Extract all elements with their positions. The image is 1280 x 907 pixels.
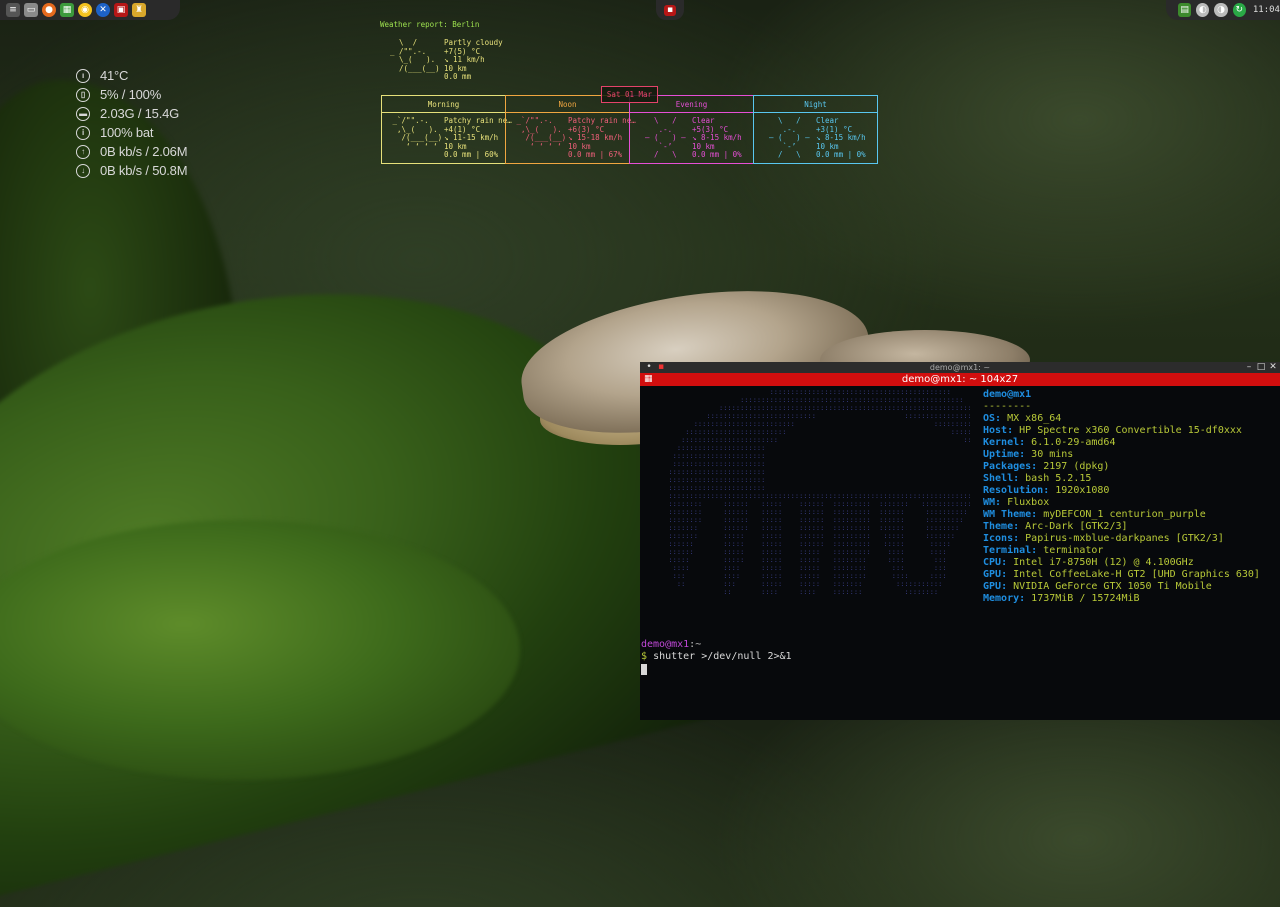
info-row: WM Theme: myDEFCON_1 centurion_purple [983, 509, 1206, 520]
updater-icon[interactable]: ▤ [1178, 3, 1192, 17]
forecast-art: \ / .-. ― ( ) ― `-’ / \ [645, 116, 686, 160]
prompt-symbol: $ [641, 651, 648, 662]
info-row: Icons: Papirus-mxblue-darkpanes [GTK2/3] [983, 533, 1224, 544]
mx-tools-icon[interactable]: ✕ [96, 3, 110, 17]
terminal-title: demo@mx1: ~ 104x27 [901, 374, 1019, 385]
stat-memory: ▬ 2.03G / 15.4G [76, 104, 187, 123]
info-row: Resolution: 1920x1080 [983, 485, 1110, 496]
forecast-label: Morning [382, 96, 505, 113]
refresh-icon[interactable]: ↻ [1232, 3, 1246, 17]
close-icon[interactable]: ✕ [1268, 362, 1278, 372]
weather-title: Weather report: Berlin [380, 20, 480, 29]
window-title-small: demo@mx1: ~ [929, 363, 991, 372]
stat-temperature: ı 41°C [76, 66, 187, 85]
stat-cpu: ▯ 5% / 100% [76, 85, 187, 104]
info-row: Kernel: 6.1.0-29-amd64 [983, 437, 1116, 448]
info-row: CPU: Intel i7-8750H (12) @ 4.100GHz [983, 557, 1194, 568]
forecast-art: \ / .-. ― ( ) ― `-’ / \ [769, 116, 810, 160]
mx-logo-ascii: ::::::::::::::::::::::::::::::::::::::::… [668, 388, 970, 596]
info-row: Memory: 1737MiB / 15724MiB [983, 593, 1140, 604]
window-menu-icon[interactable]: • [644, 362, 654, 372]
apps-grid-icon[interactable]: ▦ [60, 3, 74, 17]
stat-battery: i 100% bat [76, 123, 187, 142]
forecast-label: Night [754, 96, 877, 113]
chrome-icon[interactable]: ◉ [78, 3, 92, 17]
weather-now-art: \ / _ /"".-. \_( ). /(___(__) [390, 38, 440, 73]
weather-forecast-table: Morning _`/"".-. ,\_( ). /(___(__) ‘ ‘ ‘… [381, 95, 878, 164]
info-row: GPU: NVIDIA GeForce GTX 1050 Ti Mobile [983, 581, 1212, 592]
forecast-evening: Evening \ / .-. ― ( ) ― `-’ / \ Clear +5(… [629, 95, 754, 164]
prompt-user: demo@mx1 [641, 639, 690, 650]
menu-icon[interactable]: ≡ [6, 3, 20, 17]
arrow-down-icon: ↓ [76, 163, 90, 178]
package-installer-icon[interactable]: ♜ [132, 3, 146, 17]
maximize-icon[interactable]: □ [1256, 362, 1266, 372]
forecast-art: _`/"".-. ,\_( ). /(___(__) ‘ ‘ ‘ ‘ [516, 116, 567, 151]
taskbar-terminal-icon[interactable]: ▪ [664, 4, 676, 16]
info-row: Uptime: 30 mins [983, 449, 1074, 460]
info-row: GPU: Intel CoffeeLake-H GT2 [UHD Graphic… [983, 569, 1260, 580]
info-row: Terminal: terminator [983, 545, 1104, 556]
network-icon[interactable]: ◑ [1214, 3, 1228, 17]
info-row: OS: MX x86_64 [983, 413, 1062, 424]
command-text: shutter >/dev/null 2>&1 [653, 651, 792, 662]
system-tray: ▤ ◐ ◑ ↻ 11:04 [1166, 0, 1280, 20]
info-row: Theme: Arc-Dark [GTK2/3] [983, 521, 1128, 532]
forecast-text: Clear +5(3) °C ↘ 8-15 km/h 10 km 0.0 mm … [692, 116, 742, 160]
info-row: WM: Fluxbox [983, 497, 1050, 508]
thermometer-icon: ı [76, 68, 90, 83]
terminal-launcher-icon[interactable]: ▣ [114, 3, 128, 17]
forecast-noon: Noon _`/"".-. ,\_( ). /(___(__) ‘ ‘ ‘ ‘P… [505, 95, 636, 164]
forecast-date: Sat 01 Mar [601, 86, 658, 103]
forecast-art: _`/"".-. ,\_( ). /(___(__) ‘ ‘ ‘ ‘ [392, 116, 443, 151]
prompt-path: :~ [689, 639, 702, 650]
clock[interactable]: 11:04 [1253, 5, 1280, 15]
firefox-icon[interactable]: ● [42, 3, 56, 17]
forecast-night: Night \ / .-. ― ( ) ― `-’ / \ Clear +3(1)… [753, 95, 878, 164]
file-manager-icon[interactable]: ▭ [24, 3, 38, 17]
forecast-text: Patchy rain ne… +4(1) °C ↘ 11-15 km/h 10… [444, 116, 512, 160]
info-row: Shell: bash 5.2.15 [983, 473, 1092, 484]
neofetch-separator: -------- [983, 401, 1032, 412]
stat-upload: ↑ 0B kb/s / 2.06M [76, 142, 188, 161]
cpu-icon: ▯ [76, 87, 90, 102]
terminal-cursor[interactable] [641, 664, 647, 675]
neofetch-info: demo@mx1 -------- OS: MX x86_64 Host: HP… [983, 389, 1260, 605]
terminal-window[interactable]: • ▪ demo@mx1: ~ – □ ✕ ▦ demo@mx1: ~ 104x… [640, 362, 1280, 720]
forecast-text: Patchy rain ne… +6(3) °C ↘ 15-18 km/h 10… [568, 116, 636, 160]
minimize-icon[interactable]: – [1244, 362, 1254, 372]
window-titlebar[interactable]: • ▪ demo@mx1: ~ – □ ✕ [640, 362, 1280, 373]
launcher-panel: ≡ ▭ ● ▦ ◉ ✕ ▣ ♜ [0, 0, 180, 20]
info-icon: i [76, 125, 90, 140]
forecast-text: Clear +3(1) °C ↘ 8-15 km/h 10 km 0.0 mm … [816, 116, 866, 160]
center-panel: ▪ [656, 0, 684, 20]
forecast-morning: Morning _`/"".-. ,\_( ). /(___(__) ‘ ‘ ‘… [381, 95, 512, 164]
stat-download: ↓ 0B kb/s / 50.8M [76, 161, 188, 180]
volume-icon[interactable]: ◐ [1196, 3, 1210, 17]
neofetch-userhost: demo@mx1 [983, 389, 1032, 400]
shell-prompt[interactable]: demo@mx1:~ $ shutter >/dev/null 2>&1 [641, 639, 792, 677]
memory-icon: ▬ [76, 106, 90, 121]
arrow-up-icon: ↑ [76, 144, 90, 159]
terminal-grip-icon: ▦ [644, 374, 653, 384]
conky-stats: ı 41°C ▯ 5% / 100% ▬ 2.03G / 15.4G i 100% ba… [76, 66, 188, 180]
terminal-app-icon: ▪ [657, 362, 665, 372]
terminal-content[interactable]: ::::::::::::::::::::::::::::::::::::::::… [640, 386, 1280, 720]
info-row: Packages: 2197 (dpkg) [983, 461, 1110, 472]
terminal-titlebar[interactable]: ▦ demo@mx1: ~ 104x27 [640, 373, 1280, 386]
weather-now-text: Partly cloudy +7(5) °C ↘ 11 km/h 10 km 0… [444, 38, 503, 82]
info-row: Host: HP Spectre x360 Convertible 15-df0… [983, 425, 1242, 436]
